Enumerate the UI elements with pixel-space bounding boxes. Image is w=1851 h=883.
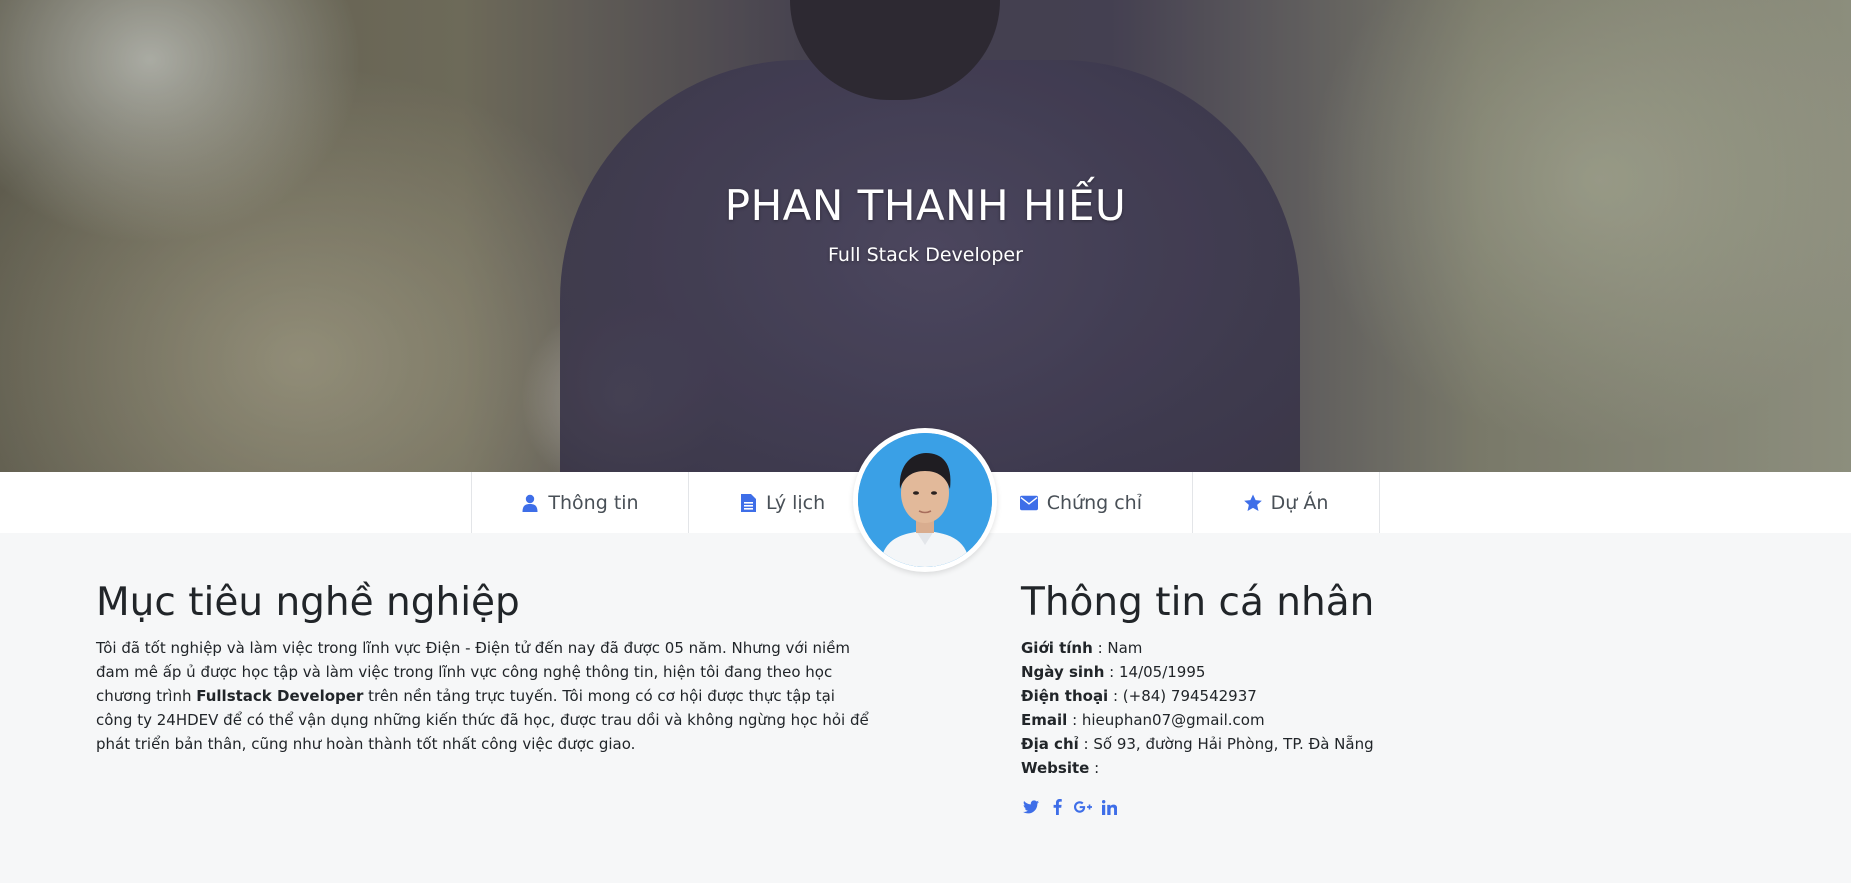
tab-du-an[interactable]: Dự Án <box>1192 472 1380 533</box>
twitter-icon[interactable] <box>1021 797 1041 817</box>
tab-chung-chi[interactable]: Chứng chỉ <box>990 472 1192 533</box>
info-value: : hieuphan07@gmail.com <box>1067 711 1265 729</box>
info-label: Điện thoại <box>1021 687 1109 705</box>
document-icon <box>739 493 757 512</box>
tab-label: Chứng chỉ <box>1046 491 1142 514</box>
info-label: Email <box>1021 711 1068 729</box>
tab-ly-lich[interactable]: Lý lịch <box>688 472 858 533</box>
social-links <box>1021 797 1119 817</box>
info-label: Ngày sinh <box>1021 663 1105 681</box>
linkedin-icon[interactable] <box>1099 797 1119 817</box>
tab-label: Thông tin <box>548 491 639 514</box>
google-plus-icon[interactable] <box>1073 797 1093 817</box>
info-email: Email : hieuphan07@gmail.com <box>1021 708 1374 732</box>
info-birthday: Ngày sinh : 14/05/1995 <box>1021 660 1374 684</box>
avatar <box>853 428 997 572</box>
facebook-icon[interactable] <box>1047 797 1067 817</box>
envelope-icon <box>1019 494 1038 512</box>
info-value: : <box>1089 759 1100 777</box>
objective-title: Mục tiêu nghề nghiệp <box>96 580 520 625</box>
objective-highlight: Fullstack Developer <box>196 687 364 705</box>
personal-info-list: Giới tính : Nam Ngày sinh : 14/05/1995 Đ… <box>1021 636 1374 780</box>
info-value: : Nam <box>1092 639 1143 657</box>
info-label: Giới tính <box>1021 639 1093 657</box>
info-value: : 14/05/1995 <box>1104 663 1206 681</box>
profile-name: PHAN THANH HIẾU <box>724 181 1127 230</box>
profile-role: Full Stack Developer <box>828 244 1023 266</box>
tab-label: Lý lịch <box>766 491 826 514</box>
info-label: Website <box>1021 759 1090 777</box>
hero-overlay <box>0 0 1851 472</box>
info-value: : Số 93, đường Hải Phòng, TP. Đà Nẵng <box>1078 735 1374 753</box>
hero-banner: PHAN THANH HIẾU Full Stack Developer <box>0 0 1851 472</box>
info-website: Website : <box>1021 756 1374 780</box>
star-icon <box>1243 493 1262 512</box>
tab-thong-tin[interactable]: Thông tin <box>471 472 688 533</box>
info-gender: Giới tính : Nam <box>1021 636 1374 660</box>
user-icon <box>521 494 539 512</box>
info-address: Địa chỉ : Số 93, đường Hải Phòng, TP. Đà… <box>1021 732 1374 756</box>
tab-label: Dự Án <box>1270 491 1329 514</box>
info-label: Địa chỉ <box>1021 735 1079 753</box>
personal-info-title: Thông tin cá nhân <box>1021 580 1375 625</box>
info-phone: Điện thoại : (+84) 794542937 <box>1021 684 1374 708</box>
info-value: : (+84) 794542937 <box>1108 687 1257 705</box>
objective-text: Tôi đã tốt nghiệp và làm việc trong lĩnh… <box>96 636 876 756</box>
avatar-photo <box>858 433 992 567</box>
